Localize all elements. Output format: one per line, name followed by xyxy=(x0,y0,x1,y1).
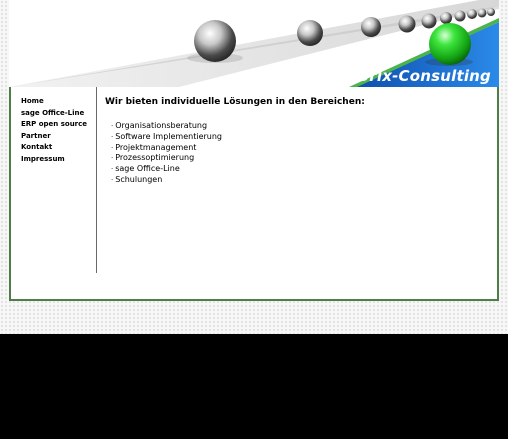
list-item: · Software Implementierung xyxy=(111,132,485,143)
list-item: · Schulungen xyxy=(111,175,485,186)
chrome-ball-icon xyxy=(440,12,452,24)
service-list: · Organisationsberatung · Software Impleme… xyxy=(111,121,485,186)
chrome-ball-icon xyxy=(398,15,416,33)
content-frame: Home sage Office-Line ERP open source Pa… xyxy=(9,87,499,301)
nav-item-partner[interactable]: Partner xyxy=(21,131,96,143)
chrome-ball-icon xyxy=(297,20,323,46)
sidebar-nav: Home sage Office-Line ERP open source Pa… xyxy=(11,87,97,273)
list-item: · Projektmanagement xyxy=(111,143,485,154)
page-heading: Wir bieten individuelle Lösungen in den … xyxy=(105,97,365,107)
service-label: Schulungen xyxy=(115,174,163,184)
chrome-ball-icon xyxy=(194,20,236,62)
site-container: Brix-Consulting Home sage Office-Line ER… xyxy=(9,0,499,303)
bullet-icon: · xyxy=(111,143,114,152)
service-label: Software Implementierung xyxy=(115,131,222,141)
nav-item-kontakt[interactable]: Kontakt xyxy=(21,142,96,154)
nav-item-impressum[interactable]: Impressum xyxy=(21,154,96,166)
chrome-ball-icon xyxy=(361,17,381,37)
bullet-icon: · xyxy=(111,132,114,141)
chrome-ball-icon xyxy=(454,10,466,22)
nav-item-sage-office-line[interactable]: sage Office-Line xyxy=(21,108,96,120)
bullet-icon: · xyxy=(111,154,114,163)
chrome-ball-icon xyxy=(477,8,487,18)
chrome-ball-icon xyxy=(487,8,495,16)
empty-black-area xyxy=(0,334,508,439)
bullet-icon: · xyxy=(111,165,114,174)
nav-item-home[interactable]: Home xyxy=(21,96,96,108)
header-banner: Brix-Consulting xyxy=(9,0,499,87)
chrome-ball-icon xyxy=(467,9,477,19)
main-content: Wir bieten individuelle Lösungen in den … xyxy=(105,97,485,186)
service-label: Organisationsberatung xyxy=(115,121,208,130)
chrome-ball-icon xyxy=(421,13,437,29)
bullet-icon: · xyxy=(111,175,114,184)
nav-list: Home sage Office-Line ERP open source Pa… xyxy=(11,87,96,166)
brand-logo-text: Brix-Consulting xyxy=(357,67,491,85)
list-item: · sage Office-Line xyxy=(111,164,485,175)
service-label: sage Office-Line xyxy=(115,164,180,174)
nav-item-erp-open-source[interactable]: ERP open source xyxy=(21,119,96,131)
list-item: · Prozessoptimierung xyxy=(111,153,485,164)
service-label: Projektmanagement xyxy=(115,142,197,152)
green-ball-icon xyxy=(429,23,471,65)
service-label: Prozessoptimierung xyxy=(115,153,195,163)
bullet-icon: · xyxy=(111,122,114,130)
list-item: · Organisationsberatung xyxy=(111,121,485,132)
